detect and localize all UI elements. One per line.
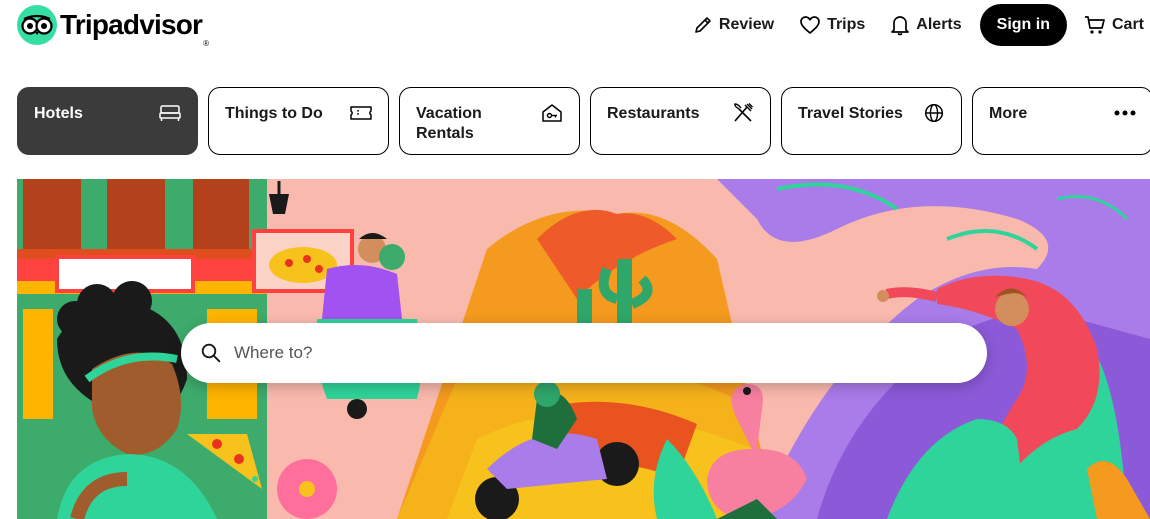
globe-icon xyxy=(923,102,945,124)
house-key-icon xyxy=(541,102,563,124)
cart-link[interactable]: Cart xyxy=(1084,15,1144,35)
owl-logo-icon xyxy=(17,5,57,45)
brand-name: Tripadvisor xyxy=(60,9,203,40)
tab-restaurants[interactable]: Restaurants xyxy=(590,87,771,155)
tab-label: Things to Do xyxy=(225,105,323,122)
tab-hotels[interactable]: Hotels xyxy=(17,87,198,155)
review-label: Review xyxy=(718,16,775,33)
tab-more[interactable]: More xyxy=(972,87,1150,155)
tab-travel-stories[interactable]: Travel Stories xyxy=(781,87,962,155)
trademark-symbol: ® xyxy=(203,38,210,48)
tripadvisor-logo[interactable]: Tripadvisor ® xyxy=(17,5,210,48)
review-link[interactable]: Review xyxy=(693,15,774,35)
bell-icon xyxy=(891,16,910,36)
more-dots-icon xyxy=(1114,102,1136,124)
sign-in-button[interactable]: Sign in xyxy=(979,4,1067,46)
tab-label: Hotels xyxy=(34,105,83,122)
heart-icon xyxy=(800,16,820,34)
cart-icon xyxy=(1084,16,1105,34)
ticket-icon xyxy=(350,102,372,124)
tab-vacation-rentals[interactable]: Vacation Rentals xyxy=(399,87,580,155)
search-icon xyxy=(201,343,221,363)
fork-knife-icon xyxy=(732,102,754,124)
cart-label: Cart xyxy=(1111,16,1144,33)
tab-label: Travel Stories xyxy=(798,105,903,122)
alerts-link[interactable]: Alerts xyxy=(890,14,962,36)
search-bar[interactable] xyxy=(181,323,987,383)
trips-link[interactable]: Trips xyxy=(799,15,865,35)
trips-label: Trips xyxy=(827,16,866,33)
tab-label: Restaurants xyxy=(607,105,700,122)
search-input[interactable] xyxy=(234,343,934,363)
header-nav: Review Trips Alerts Sign in Cart xyxy=(668,4,1144,46)
alerts-label: Alerts xyxy=(916,16,962,33)
tab-label: Vacation Rentals xyxy=(416,105,482,142)
tab-things-to-do[interactable]: Things to Do xyxy=(208,87,389,155)
category-tabs: Hotels Things to Do Vacation Rentals Res… xyxy=(17,87,1150,155)
top-header: Tripadvisor ® Review Trips Alerts Sign i… xyxy=(0,0,1150,52)
pencil-icon xyxy=(695,17,711,33)
bed-icon xyxy=(159,102,181,124)
tab-label: More xyxy=(989,105,1028,122)
